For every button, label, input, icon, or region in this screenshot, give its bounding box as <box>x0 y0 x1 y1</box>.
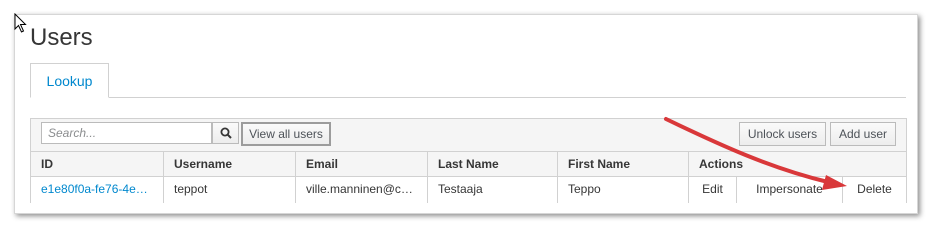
mouse-pointer-icon <box>14 13 27 33</box>
unlock-users-button[interactable]: Unlock users <box>739 122 826 146</box>
table-row: e1e80f0a-fe76-4e… teppot ville.manninen@… <box>31 176 906 203</box>
tab-lookup[interactable]: Lookup <box>30 63 109 98</box>
search-button[interactable] <box>212 122 239 144</box>
table-header-row: ID Username Email Last Name First Name A… <box>31 151 906 177</box>
view-all-users-button[interactable]: View all users <box>241 122 331 146</box>
user-id-cell: e1e80f0a-fe76-4e… <box>31 177 163 203</box>
search-icon <box>220 127 232 139</box>
delete-button[interactable]: Delete <box>842 177 906 203</box>
column-header-username[interactable]: Username <box>163 152 295 177</box>
add-user-button[interactable]: Add user <box>830 122 896 146</box>
column-header-last-name[interactable]: Last Name <box>427 152 557 177</box>
email-cell: ville.manninen@c… <box>295 177 427 203</box>
username-cell: teppot <box>163 177 295 203</box>
column-header-first-name[interactable]: First Name <box>557 152 688 177</box>
user-id-link[interactable]: e1e80f0a-fe76-4e… <box>41 182 148 196</box>
table-toolbar: View all users Unlock users Add user <box>31 119 906 151</box>
column-header-id[interactable]: ID <box>31 152 163 177</box>
users-table: View all users Unlock users Add user ID … <box>30 118 907 203</box>
page-title: Users <box>30 24 93 51</box>
first-name-cell: Teppo <box>557 177 688 203</box>
last-name-cell: Testaaja <box>427 177 557 203</box>
search-input[interactable] <box>41 122 212 144</box>
tabs-divider <box>30 97 906 98</box>
impersonate-button[interactable]: Impersonate <box>736 177 842 203</box>
edit-button[interactable]: Edit <box>688 177 736 203</box>
column-header-email[interactable]: Email <box>295 152 427 177</box>
column-header-actions: Actions <box>688 152 906 177</box>
